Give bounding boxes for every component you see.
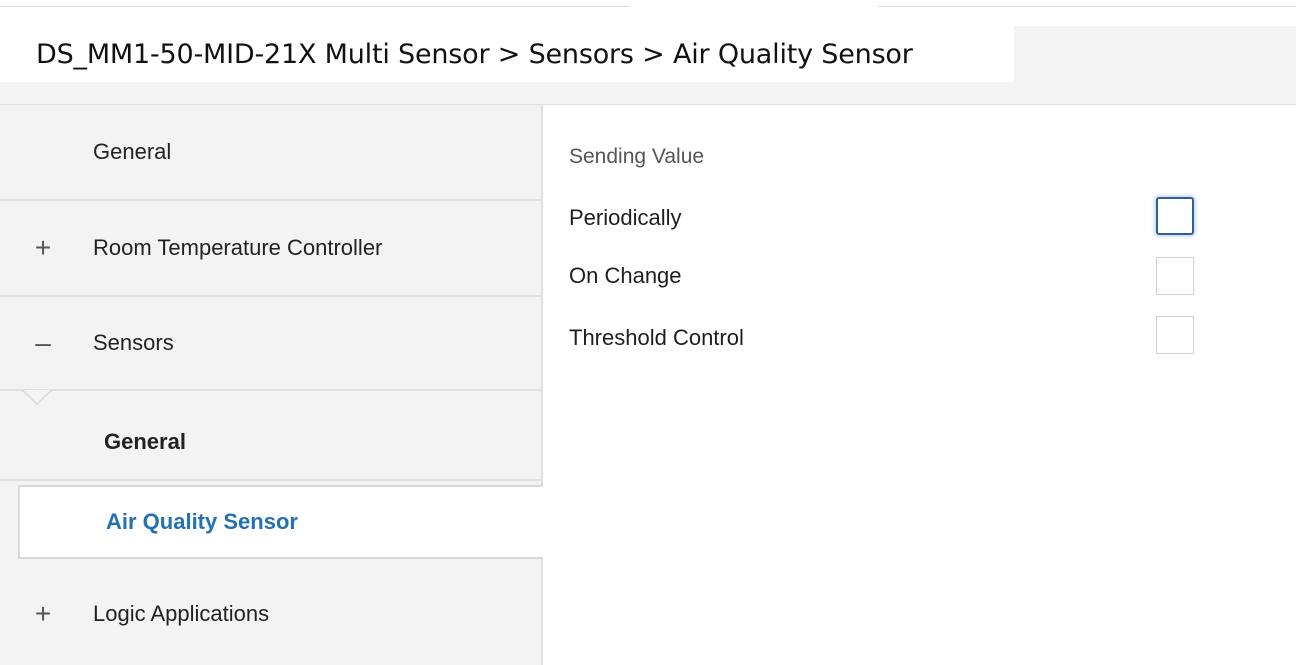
sidebar: General + Room Temperature Controller – … — [0, 105, 545, 665]
sidebar-subitem-air-quality-sensor[interactable]: Air Quality Sensor — [18, 485, 545, 559]
sidebar-item-general[interactable]: General — [0, 105, 541, 201]
sidebar-item-label: Room Temperature Controller — [93, 235, 383, 260]
threshold-control-checkbox[interactable] — [1156, 316, 1194, 354]
sidebar-item-label: Logic Applications — [93, 600, 270, 626]
header: DS_MM1-50-MID-21X Multi Sensor > Sensors… — [0, 26, 1296, 104]
tab-divider — [0, 6, 630, 7]
on-change-checkbox[interactable] — [1156, 257, 1194, 295]
body-area: General + Room Temperature Controller – … — [0, 104, 1296, 665]
option-row-on-change: On Change — [543, 255, 1296, 295]
parameter-content: Sending Value Periodically On Change Thr… — [543, 105, 1296, 665]
breadcrumb: DS_MM1-50-MID-21X Multi Sensor > Sensors… — [36, 38, 913, 70]
periodically-checkbox[interactable] — [1156, 197, 1194, 235]
section-title: Sending Value — [569, 145, 705, 168]
option-row-threshold-control: Threshold Control — [543, 316, 1296, 357]
sidebar-item-label: Air Quality Sensor — [106, 509, 298, 534]
sidebar-item-label: General — [104, 429, 186, 454]
option-label: Threshold Control — [569, 325, 744, 350]
sidebar-item-label: General — [93, 139, 172, 164]
collapse-icon[interactable]: – — [32, 329, 54, 357]
breadcrumb-box: DS_MM1-50-MID-21X Multi Sensor > Sensors… — [0, 26, 1014, 82]
sidebar-item-sensors[interactable]: – Sensors — [0, 297, 541, 391]
sidebar-item-room-temperature-controller[interactable]: + Room Temperature Controller — [0, 201, 541, 297]
expand-icon[interactable]: + — [32, 234, 54, 262]
sidebar-subitem-general[interactable]: General — [0, 405, 541, 481]
parameter-window: DS_MM1-50-MID-21X Multi Sensor > Sensors… — [0, 0, 1296, 665]
option-row-periodically: Periodically — [543, 197, 1296, 237]
sidebar-item-logic-applications[interactable]: + Logic Applications — [0, 561, 541, 665]
expand-icon[interactable]: + — [32, 599, 54, 628]
option-label: Periodically — [569, 205, 682, 230]
option-label: On Change — [569, 263, 682, 288]
top-tab-strip — [0, 0, 1296, 26]
submenu-caret-icon — [22, 390, 52, 406]
tab-divider — [878, 6, 1296, 7]
sidebar-item-label: Sensors — [93, 330, 174, 355]
